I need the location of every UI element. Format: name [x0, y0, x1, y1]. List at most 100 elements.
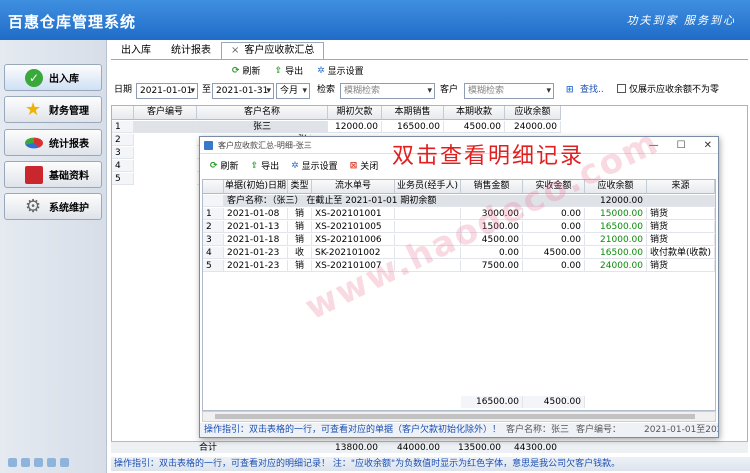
- received-cell[interactable]: 0.00: [523, 221, 585, 233]
- date-to-field[interactable]: 2021-01-31: [212, 83, 274, 99]
- close-icon[interactable]: ×: [231, 45, 239, 56]
- grid-header[interactable]: 应收余额: [505, 106, 561, 120]
- dialog-display-settings-button[interactable]: ✲ 显示设置: [291, 159, 338, 173]
- type-cell[interactable]: 销: [288, 221, 312, 233]
- detail-header[interactable]: 类型: [288, 180, 312, 194]
- footer-icon[interactable]: [8, 458, 17, 467]
- total-opening: 13800.00: [335, 443, 378, 453]
- sidebar-item-inout[interactable]: ✓ 出入库: [4, 64, 102, 91]
- opening-cell[interactable]: 12000.00: [328, 121, 382, 133]
- received-cell[interactable]: 4500.00: [523, 247, 585, 259]
- staff-cell[interactable]: [395, 260, 461, 272]
- received-cell[interactable]: 0.00: [523, 260, 585, 272]
- scrollbar-thumb[interactable]: [215, 414, 695, 419]
- detail-header[interactable]: 应收余额: [585, 180, 647, 194]
- received-cell[interactable]: 0.00: [523, 208, 585, 220]
- balance-cell[interactable]: 15000.00: [585, 208, 647, 220]
- sidebar-item-reports[interactable]: 统计报表: [4, 129, 102, 156]
- balance-cell[interactable]: 21000.00: [585, 234, 647, 246]
- display-settings-button[interactable]: ✲ 显示设置: [317, 64, 364, 78]
- type-cell[interactable]: 销: [288, 234, 312, 246]
- date-cell[interactable]: 2021-01-18: [224, 234, 288, 246]
- close-button[interactable]: ✕: [704, 137, 712, 154]
- row-number: 2: [112, 134, 134, 146]
- opening-balance-row[interactable]: 客户名称：（张三） 在截止至 2021-01-01 期初余额: [224, 195, 585, 207]
- sales-cell[interactable]: 3000.00: [461, 208, 523, 220]
- source-cell[interactable]: 收付款单(收款): [647, 247, 715, 259]
- serial-cell[interactable]: XS-202101005: [312, 221, 395, 233]
- received-cell[interactable]: 4500.00: [444, 121, 505, 133]
- dialog-export-button[interactable]: ⇪ 导出: [251, 159, 280, 173]
- tab-inout[interactable]: 出入库: [111, 42, 161, 60]
- balance-cell[interactable]: 24000.00: [585, 260, 647, 272]
- staff-cell[interactable]: [395, 208, 461, 220]
- detail-header[interactable]: 实收金额: [523, 180, 585, 194]
- opening-balance-value[interactable]: 12000.00: [585, 195, 647, 207]
- sales-cell[interactable]: 1500.00: [461, 221, 523, 233]
- footer-icon[interactable]: [34, 458, 43, 467]
- grid-header[interactable]: 期初欠款: [328, 106, 382, 120]
- grid-header[interactable]: 本期收款: [444, 106, 505, 120]
- opening-balance-source: [647, 195, 715, 207]
- customer-name-cell[interactable]: 张三: [197, 121, 328, 133]
- dialog-refresh-button[interactable]: ⟳ 刷新: [210, 159, 239, 173]
- close-label: 关闭: [360, 162, 379, 172]
- grid-header[interactable]: 客户编号: [134, 106, 197, 120]
- dialog-close-button[interactable]: ⊠ 关闭: [350, 159, 379, 173]
- period-select[interactable]: 今月: [276, 83, 310, 99]
- sidebar-item-system[interactable]: ⚙ 系统维护: [4, 193, 102, 220]
- refresh-button[interactable]: ⟳ 刷新: [232, 64, 261, 78]
- sales-cell[interactable]: 16500.00: [382, 121, 444, 133]
- staff-cell[interactable]: [395, 234, 461, 246]
- maximize-button[interactable]: ☐: [677, 137, 686, 154]
- detail-header[interactable]: 流水单号: [312, 180, 395, 194]
- horizontal-scrollbar[interactable]: [202, 411, 716, 422]
- source-cell[interactable]: 销货: [647, 234, 715, 246]
- detail-header[interactable]: 来源: [647, 180, 715, 194]
- footer-icon[interactable]: [21, 458, 30, 467]
- detail-header[interactable]: 单据(初始)日期: [224, 180, 288, 194]
- serial-cell[interactable]: XS-202101007: [312, 260, 395, 272]
- date-cell[interactable]: 2021-01-23: [224, 260, 288, 272]
- customer-input[interactable]: 模糊检索: [464, 83, 554, 99]
- detail-header[interactable]: 业务员(经手人): [395, 180, 461, 194]
- tab-receivables-summary[interactable]: × 客户应收款汇总: [221, 42, 325, 60]
- sidebar-item-basedata[interactable]: 基础资料: [4, 161, 102, 188]
- date-cell[interactable]: 2021-01-13: [224, 221, 288, 233]
- checkbox-box[interactable]: [617, 84, 626, 93]
- sales-cell[interactable]: 7500.00: [461, 260, 523, 272]
- grid-header[interactable]: 客户名称: [197, 106, 328, 120]
- footer-icon[interactable]: [47, 458, 56, 467]
- type-cell[interactable]: 销: [288, 208, 312, 220]
- balance-cell[interactable]: 24000.00: [505, 121, 561, 133]
- customer-code-cell[interactable]: [134, 121, 197, 133]
- footer-icon[interactable]: [60, 458, 69, 467]
- source-cell[interactable]: 销货: [647, 260, 715, 272]
- tab-reports[interactable]: 统计报表: [161, 42, 221, 60]
- serial-cell[interactable]: XS-202101001: [312, 208, 395, 220]
- staff-cell[interactable]: [395, 247, 461, 259]
- serial-cell[interactable]: XS-202101006: [312, 234, 395, 246]
- export-button[interactable]: ⇪ 导出: [275, 64, 304, 78]
- source-cell[interactable]: 销货: [647, 208, 715, 220]
- only-nonzero-checkbox[interactable]: 仅展示应收余额不为零: [617, 83, 719, 99]
- serial-cell[interactable]: SK-202101002: [312, 247, 395, 259]
- date-cell[interactable]: 2021-01-23: [224, 247, 288, 259]
- source-cell[interactable]: 销货: [647, 221, 715, 233]
- find-link[interactable]: 查找..: [580, 83, 604, 99]
- balance-cell[interactable]: 16500.00: [585, 247, 647, 259]
- staff-cell[interactable]: [395, 221, 461, 233]
- sales-cell[interactable]: 4500.00: [461, 234, 523, 246]
- received-cell[interactable]: 0.00: [523, 234, 585, 246]
- date-cell[interactable]: 2021-01-08: [224, 208, 288, 220]
- sidebar-item-finance[interactable]: ★ 财务管理: [4, 96, 102, 123]
- type-cell[interactable]: 收: [288, 247, 312, 259]
- search-input[interactable]: 模糊检索: [340, 83, 435, 99]
- balance-cell[interactable]: 16500.00: [585, 221, 647, 233]
- sales-cell[interactable]: 0.00: [461, 247, 523, 259]
- type-cell[interactable]: 销: [288, 260, 312, 272]
- detail-header[interactable]: 销售金额: [461, 180, 523, 194]
- grid-header[interactable]: 本期销售: [382, 106, 444, 120]
- date-from-field[interactable]: 2021-01-01: [136, 83, 198, 99]
- minimize-button[interactable]: —: [649, 137, 659, 154]
